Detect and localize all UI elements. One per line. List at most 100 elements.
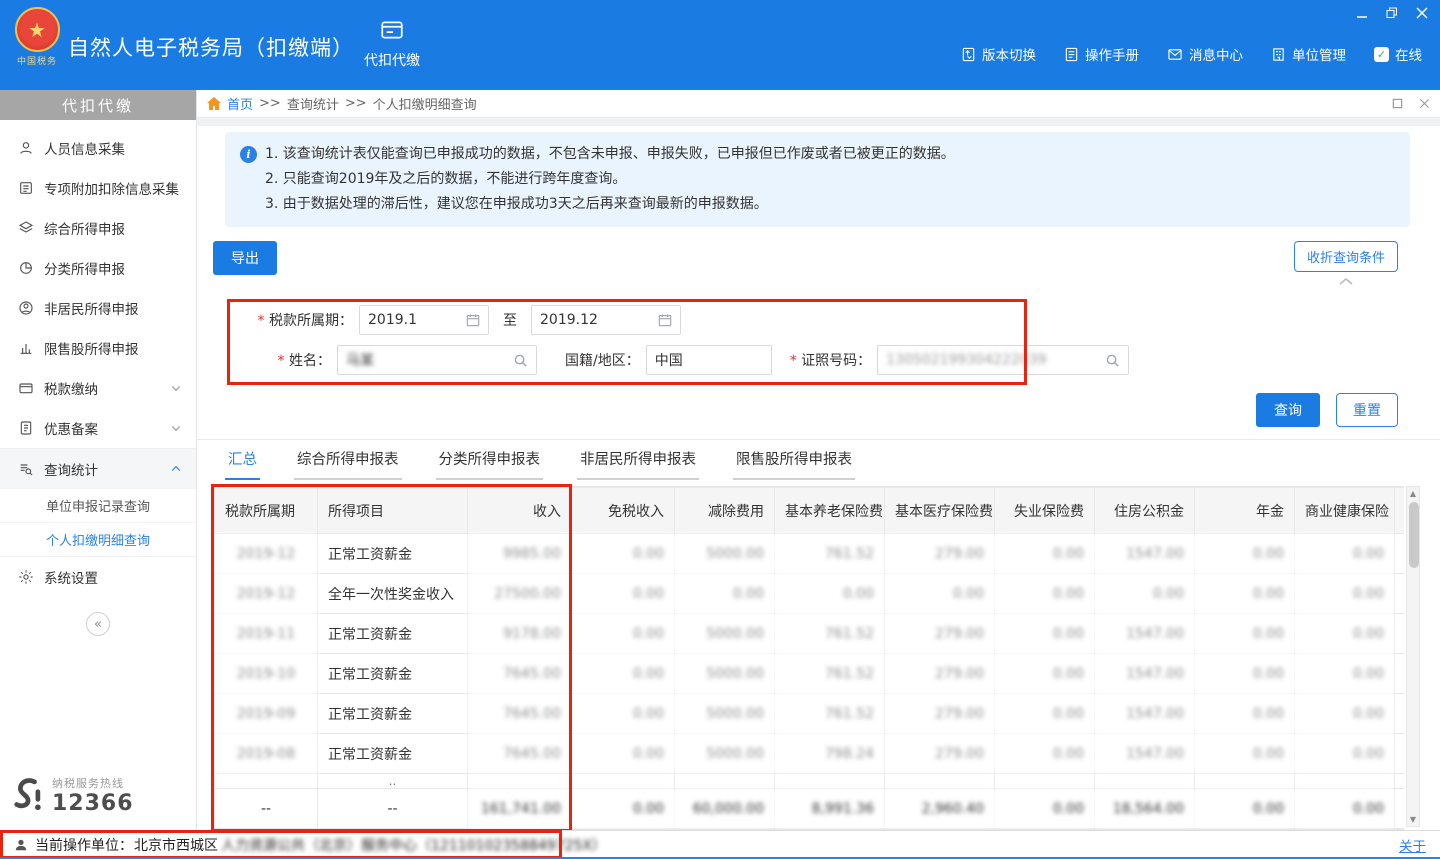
current-unit-blurred: 人力资源公共（北京）服务中心（12110102358849725X） xyxy=(221,835,606,855)
sidebar-item-nonresident-income[interactable]: 非居民所得申报 xyxy=(0,288,196,328)
column-header: 收入 xyxy=(468,488,572,534)
table-cell: 正常工资薪金 xyxy=(318,654,468,694)
divider-gap xyxy=(197,118,1440,126)
sidebar-item-special-deduction[interactable]: 专项附加扣除信息采集 xyxy=(0,168,196,208)
search-icon[interactable] xyxy=(513,353,528,368)
table-cell xyxy=(1395,789,1405,829)
reset-button[interactable]: 重置 xyxy=(1336,393,1398,427)
vertical-scroll-thumb[interactable] xyxy=(1409,502,1419,568)
table-cell: 2019-11 xyxy=(215,614,318,654)
nationality-input[interactable]: 中国 xyxy=(646,345,772,375)
table-cell: 0.00 xyxy=(1195,654,1295,694)
wallet-icon xyxy=(18,380,34,396)
table-cell: 0.00 xyxy=(1195,789,1295,829)
search-list-icon xyxy=(18,461,34,477)
tab-nonresident-income[interactable]: 非居民所得申报表 xyxy=(577,448,699,480)
sidebar-item-classified-income[interactable]: 分类所得申报 xyxy=(0,248,196,288)
column-header: 免税收入 xyxy=(572,488,675,534)
export-button[interactable]: 导出 xyxy=(213,241,277,275)
tab-classified-income[interactable]: 分类所得申报表 xyxy=(436,448,544,480)
breadcrumb-separator: >> xyxy=(259,96,281,111)
column-header: 减除费用 xyxy=(675,488,775,534)
sidebar-item-system-settings[interactable]: 系统设置 xyxy=(0,556,196,596)
table-cell: 7645.00 xyxy=(468,654,572,694)
version-switch-link[interactable]: 版本切换 xyxy=(961,44,1036,64)
table-cell xyxy=(572,774,675,789)
manual-icon xyxy=(1064,47,1079,62)
about-link[interactable]: 关于 xyxy=(1399,835,1426,855)
name-input[interactable]: 马某 xyxy=(337,345,537,375)
table-cell: 7645.00 xyxy=(468,694,572,734)
sidebar-collapse-button[interactable]: « xyxy=(86,612,110,636)
table-cell: 279.00 xyxy=(885,654,995,694)
nationality-label: 国籍/地区： xyxy=(565,350,640,370)
online-check-icon: ✓ xyxy=(1374,47,1389,62)
unit-management-link[interactable]: 单位管理 xyxy=(1271,44,1346,64)
notice-line: 2. 只能查询2019年及之后的数据，不能进行跨年度查询。 xyxy=(265,167,1396,192)
table-cell: 1547.00 xyxy=(1095,654,1195,694)
table-cell: 18,564.00 xyxy=(1095,789,1195,829)
collapse-caret-up-icon[interactable] xyxy=(1338,277,1354,285)
search-button[interactable]: 查询 xyxy=(1256,393,1320,427)
manual-link[interactable]: 操作手册 xyxy=(1064,44,1139,64)
sidebar-item-preferential-filing[interactable]: 优惠备案 xyxy=(0,408,196,448)
sidebar-item-query-statistics[interactable]: 查询统计 xyxy=(0,448,196,488)
table-cell: 0.00 xyxy=(1195,574,1295,614)
table-row: 2019-09正常工资薪金7645.000.005000.00761.52279… xyxy=(215,694,1405,734)
panel-close-icon[interactable] xyxy=(1419,98,1430,109)
breadcrumb-home[interactable]: 首页 xyxy=(227,94,253,113)
table-cell: .. xyxy=(318,774,468,789)
hotline-number: 12366 xyxy=(52,791,134,816)
table-cell: 0.00 xyxy=(1095,574,1195,614)
online-status[interactable]: ✓ 在线 xyxy=(1374,44,1422,64)
range-separator: 至 xyxy=(503,310,517,330)
tab-withholding-module[interactable]: 代扣代缴 xyxy=(348,17,436,70)
table-cell: 0.00 xyxy=(572,574,675,614)
national-emblem-icon: ★ xyxy=(15,7,60,52)
restore-button[interactable] xyxy=(1386,7,1398,19)
info-icon: i xyxy=(240,146,257,163)
table-cell: 5000.00 xyxy=(675,534,775,574)
table-cell: 2019-12 xyxy=(215,534,318,574)
tab-comprehensive-income[interactable]: 综合所得申报表 xyxy=(294,448,402,480)
breadcrumb-current: 个人扣缴明细查询 xyxy=(373,94,477,113)
calendar-icon[interactable] xyxy=(466,313,480,327)
toolbar: 导出 收折查询条件 xyxy=(213,241,1420,285)
column-header: 年金 xyxy=(1195,488,1295,534)
breadcrumb-separator: >> xyxy=(345,96,367,111)
period-label: 税款所属期： xyxy=(213,310,353,330)
form-list-icon xyxy=(18,180,34,196)
sidebar-item-tax-payment[interactable]: 税款缴纳 xyxy=(0,368,196,408)
collapse-query-button[interactable]: 收折查询条件 xyxy=(1294,241,1398,272)
sidebar-subitem-personal-withholding-query[interactable]: 个人扣缴明细查询 xyxy=(0,522,196,556)
search-icon[interactable] xyxy=(1105,353,1120,368)
sidebar-subitem-unit-declaration-query[interactable]: 单位申报记录查询 xyxy=(0,488,196,522)
close-button[interactable] xyxy=(1416,7,1428,19)
column-header: 税 xyxy=(1395,488,1405,534)
id-number-input[interactable]: 130502199304222039 xyxy=(877,345,1129,375)
table-row: 2019-11正常工资薪金9178.000.005000.00761.52279… xyxy=(215,614,1405,654)
tab-summary[interactable]: 汇总 xyxy=(225,448,260,480)
name-value-blurred: 马某 xyxy=(346,350,507,370)
chevron-down-icon xyxy=(170,382,182,394)
minimize-button[interactable] xyxy=(1356,7,1368,19)
table-cell: 正常工资薪金 xyxy=(318,694,468,734)
sidebar-item-personnel-info[interactable]: 人员信息采集 xyxy=(0,128,196,168)
calendar-icon[interactable] xyxy=(658,313,672,327)
scroll-down-arrow[interactable]: ▼ xyxy=(1410,815,1416,824)
table-cell: 761.52 xyxy=(775,534,885,574)
sidebar-item-restricted-shares[interactable]: 限售股所得申报 xyxy=(0,328,196,368)
pie-chart-icon xyxy=(18,260,34,276)
period-from-input[interactable]: 2019.1 xyxy=(359,305,489,335)
sidebar-item-comprehensive-income[interactable]: 综合所得申报 xyxy=(0,208,196,248)
table-cell: 279.00 xyxy=(885,614,995,654)
popout-icon[interactable] xyxy=(1392,98,1403,109)
vertical-scrollbar[interactable]: ▲ ▼ xyxy=(1406,486,1420,827)
message-center-link[interactable]: 消息中心 xyxy=(1167,44,1243,64)
scroll-up-arrow[interactable]: ▲ xyxy=(1410,489,1416,498)
period-to-input[interactable]: 2019.12 xyxy=(531,305,681,335)
table-row: 2019-10正常工资薪金7645.000.005000.00761.52279… xyxy=(215,654,1405,694)
table-cell: 0.00 xyxy=(995,694,1095,734)
tab-restricted-shares[interactable]: 限售股所得申报表 xyxy=(733,448,855,480)
table-cell: 0.00 xyxy=(1295,574,1395,614)
